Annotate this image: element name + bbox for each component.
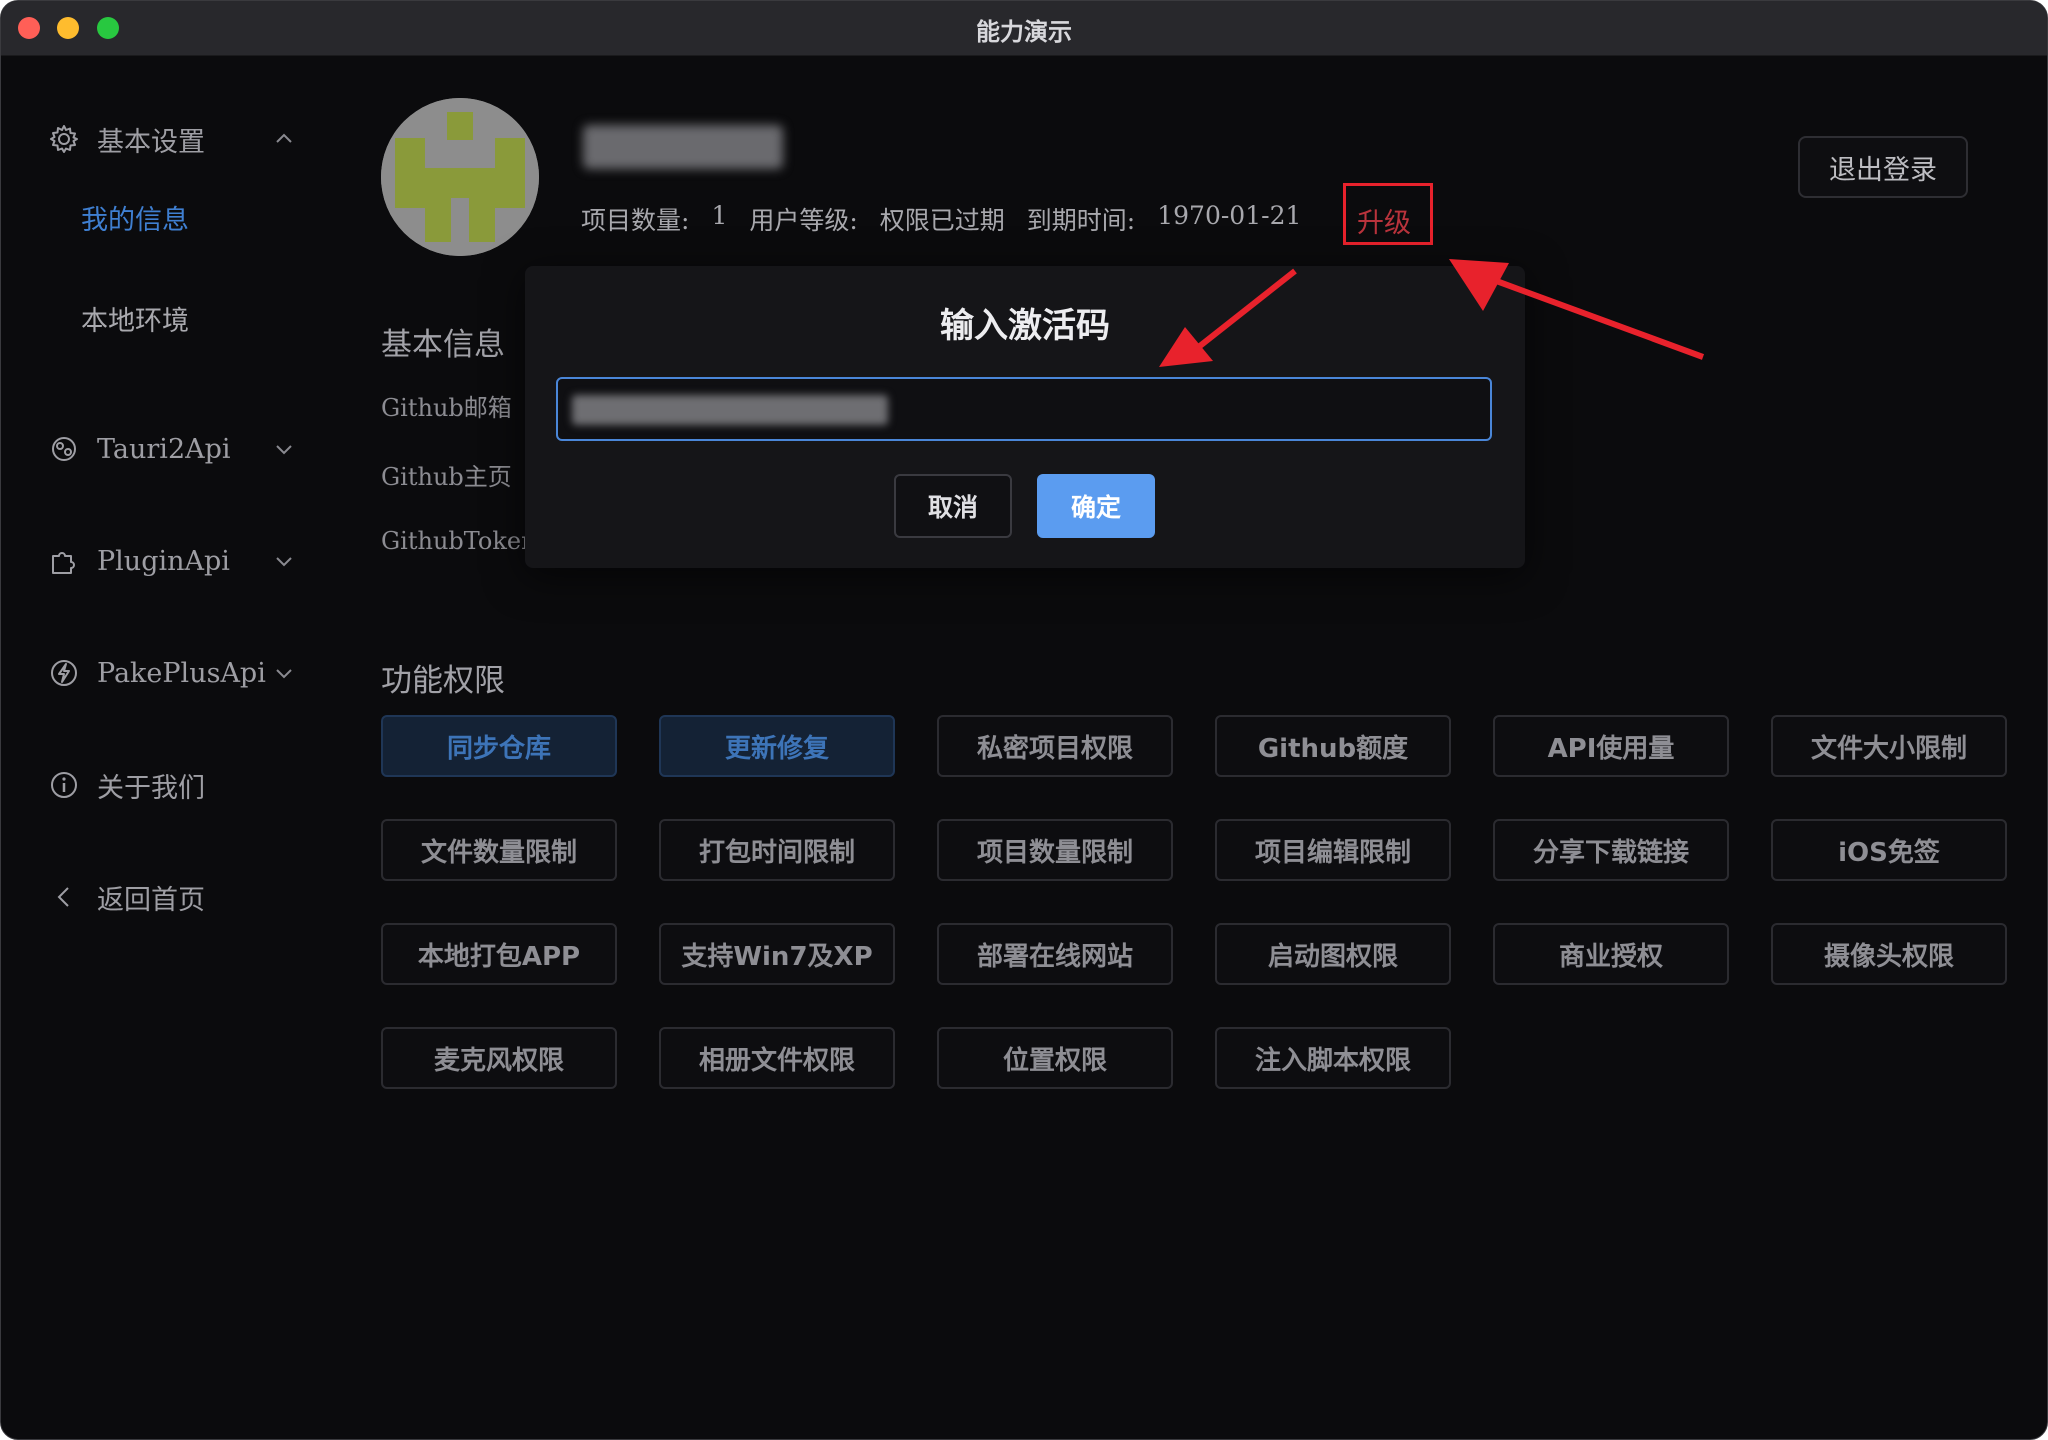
app-window: 能力演示 基本设置 我的信息 本地环境 Tauri2Api PluginApi … — [0, 0, 2048, 1440]
arrow-to-dialog-icon — [1159, 268, 1297, 367]
arrow-to-upgrade-icon — [1449, 259, 1705, 360]
annotation-arrows — [1159, 259, 1705, 367]
